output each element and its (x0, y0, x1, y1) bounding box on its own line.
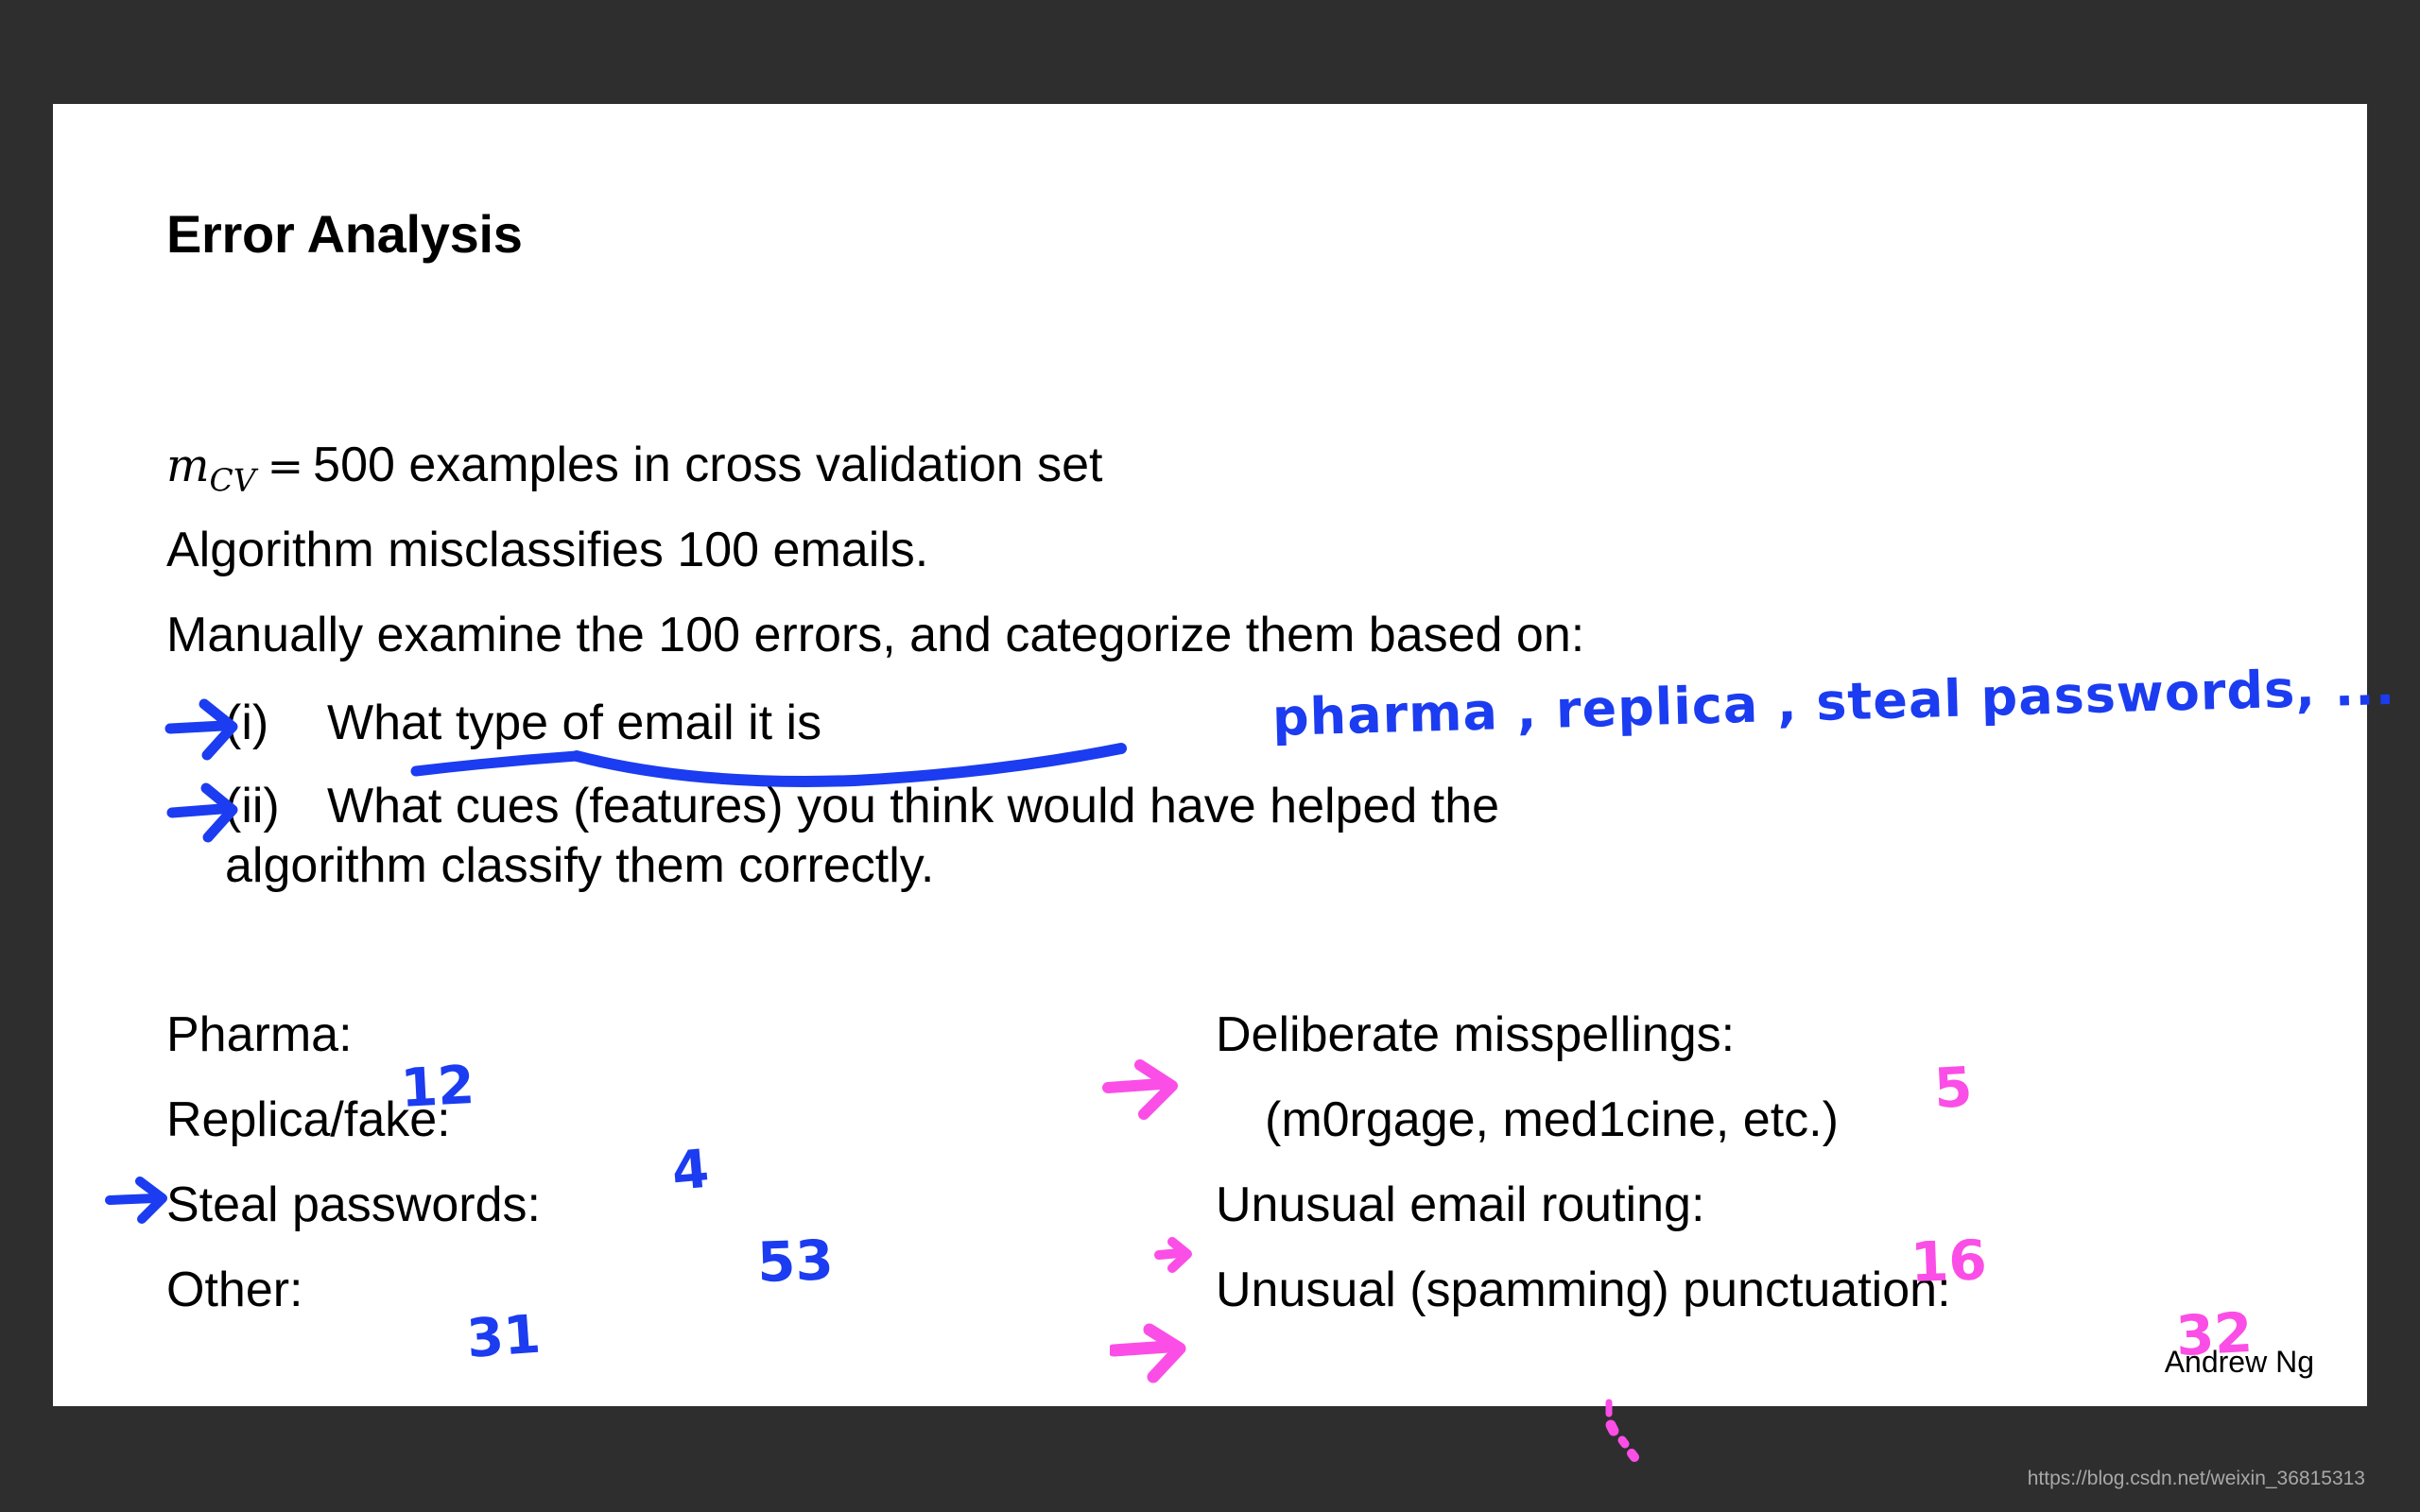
math-equals-sign: = (267, 440, 304, 491)
list-item-ii-line2: algorithm classify them correctly. (225, 838, 935, 893)
line-manually-examine: Manually examine the 100 errors, and cat… (166, 608, 1585, 662)
list-item-i-marker: (i) (225, 696, 269, 750)
magenta-arrow-icon-email-routing (1154, 1237, 1192, 1273)
category-label-replica-fake: Replica/fake: (166, 1092, 451, 1147)
list-item-ii-marker: (ii) (225, 779, 280, 833)
magenta-arrow-icon-punctuation (1110, 1323, 1186, 1383)
list-item-i-text: What type of email it is (327, 696, 822, 750)
math-variable-mcv: mCV (166, 439, 256, 499)
list-item: Steal passwords: (166, 1177, 541, 1262)
error-category-list-right: Deliberate misspellings: (m0rgage, med1c… (1216, 1006, 1951, 1347)
list-item: Unusual email routing: (1216, 1177, 1951, 1262)
list-item-ii-line1: What cues (features) you think would hav… (327, 779, 1500, 833)
slide-surface: Error Analysis mCV = 500 examples in cross… (53, 104, 2396, 1462)
category-label-steal-passwords: Steal passwords: (166, 1177, 541, 1232)
list-item-ii: (ii) What cues (features) you think woul… (225, 778, 2267, 893)
list-item: Other: (166, 1262, 541, 1347)
category-label-unusual-punctuation: Unusual (spamming) punctuation: (1216, 1263, 1951, 1317)
list-item-ii-text: What cues (features) you think would hav… (225, 779, 2267, 893)
category-label-deliberate-misspellings: Deliberate misspellings: (1216, 1007, 1736, 1062)
line-mcv-text: 500 examples in cross validation set (313, 438, 1103, 492)
category-label-pharma: Pharma: (166, 1007, 353, 1062)
list-item: Replica/fake: (166, 1091, 541, 1177)
category-label-misspelling-examples: (m0rgage, med1cine, etc.) (1265, 1092, 1839, 1147)
page-title: Error Analysis (166, 204, 523, 264)
category-label-other: Other: (166, 1263, 303, 1317)
error-category-list-left: Pharma: Replica/fake: Steal passwords: O… (166, 1006, 541, 1347)
list-item: (m0rgage, med1cine, etc.) (1216, 1091, 1951, 1177)
list-item: Pharma: (166, 1006, 541, 1091)
list-item: Deliberate misspellings: (1216, 1006, 1951, 1091)
list-item: Unusual (spamming) punctuation: (1216, 1262, 1951, 1347)
slide-footer-author: Andrew Ng (2164, 1345, 2314, 1379)
list-item-i: (i) What type of email it is (225, 695, 1737, 751)
line-mcv: mCV = 500 examples in cross validation set (166, 439, 1102, 497)
handwritten-count-steal-passwords: 53 (755, 1228, 835, 1295)
handwritten-count-replica-fake: 4 (669, 1138, 712, 1203)
watermark-url: https://blog.csdn.net/weixin_36815313 (2027, 1468, 2365, 1489)
category-label-unusual-email-routing: Unusual email routing: (1216, 1177, 1705, 1232)
magenta-stray-marks (1605, 1399, 1639, 1462)
magenta-arrow-icon-misspellings (1102, 1059, 1178, 1120)
line-algorithm-misclassifies: Algorithm misclassifies 100 emails. (166, 523, 929, 577)
